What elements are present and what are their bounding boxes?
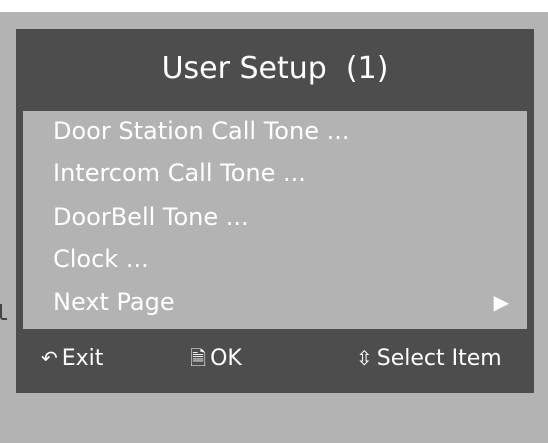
document-icon: 🗎 xyxy=(190,346,207,370)
footer-bar: ↶ Exit 🗎 OK ⇳ Select Item xyxy=(16,337,534,393)
menu-item-next-page-label: Next Page xyxy=(53,288,175,316)
up-down-arrow-icon: ⇳ xyxy=(356,346,373,370)
return-arrow-icon: ↶ xyxy=(41,346,58,370)
ok-label: OK xyxy=(210,346,242,371)
exit-label: Exit xyxy=(61,346,104,371)
bezel-edge-mark xyxy=(0,304,7,320)
ok-button[interactable]: 🗎 OK xyxy=(190,337,242,379)
menu-item-door-station-call-tone[interactable]: Door Station Call Tone ... xyxy=(53,111,513,151)
menu-item-next-page[interactable]: Next Page ▶ xyxy=(53,282,513,322)
exit-button[interactable]: ↶ Exit xyxy=(41,337,103,379)
menu-item-doorbell-tone[interactable]: DoorBell Tone ... xyxy=(53,197,513,237)
menu-item-clock[interactable]: Clock ... xyxy=(53,239,513,279)
menu-list: Door Station Call Tone ... Intercom Call… xyxy=(23,111,527,329)
page-title: User Setup (1) xyxy=(161,51,389,86)
select-item-button[interactable]: ⇳ Select Item xyxy=(356,337,502,379)
select-item-label: Select Item xyxy=(376,346,502,371)
menu-item-intercom-call-tone[interactable]: Intercom Call Tone ... xyxy=(53,153,513,193)
display-screen: User Setup (1) Door Station Call Tone ..… xyxy=(16,29,534,393)
play-triangle-icon: ▶ xyxy=(493,290,509,314)
